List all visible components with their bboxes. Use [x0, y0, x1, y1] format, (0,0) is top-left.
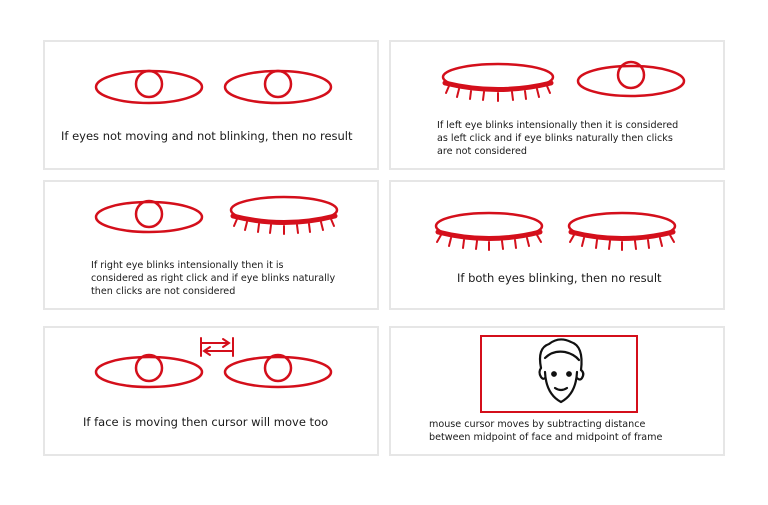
- panel-cursor-calc: mouse cursor moves by subtracting distan…: [389, 326, 725, 456]
- open-eyes-illustration: [94, 69, 333, 105]
- panel-both-blink: If both eyes blinking, then no result: [389, 180, 725, 310]
- panel-caption: mouse cursor moves by subtracting distan…: [429, 419, 663, 443]
- closed-eye-icon: [434, 211, 544, 251]
- eye-icon: [94, 199, 204, 234]
- panel-no-movement: If eyes not moving and not blinking, the…: [43, 40, 379, 170]
- movement-arrows-icon: [200, 337, 234, 357]
- eye-icon: [223, 69, 333, 105]
- closed-eye-icon: [229, 195, 339, 235]
- panel-caption: If face is moving then cursor will move …: [83, 415, 329, 429]
- eye-icon: [94, 69, 204, 105]
- eye-icon: [94, 353, 204, 389]
- closed-eye-icon: [567, 211, 677, 251]
- both-blink-illustration: [434, 211, 677, 251]
- closed-eye-icon: [441, 62, 555, 102]
- face-icon: [538, 338, 585, 404]
- face-moving-illustration: [94, 337, 333, 389]
- panel-left-blink: If left eye blinks intensionally then it…: [389, 40, 725, 170]
- panel-face-moving: If face is moving then cursor will move …: [43, 326, 379, 456]
- panel-caption: If right eye blinks intensionally then i…: [91, 260, 336, 297]
- panel-caption: If eyes not moving and not blinking, the…: [61, 129, 353, 143]
- panel-right-blink: If right eye blinks intensionally then i…: [43, 180, 379, 310]
- panel-caption: If both eyes blinking, then no result: [457, 271, 662, 285]
- eye-icon: [576, 60, 686, 98]
- eye-icon: [223, 353, 333, 389]
- panel-caption: If left eye blinks intensionally then it…: [437, 120, 679, 157]
